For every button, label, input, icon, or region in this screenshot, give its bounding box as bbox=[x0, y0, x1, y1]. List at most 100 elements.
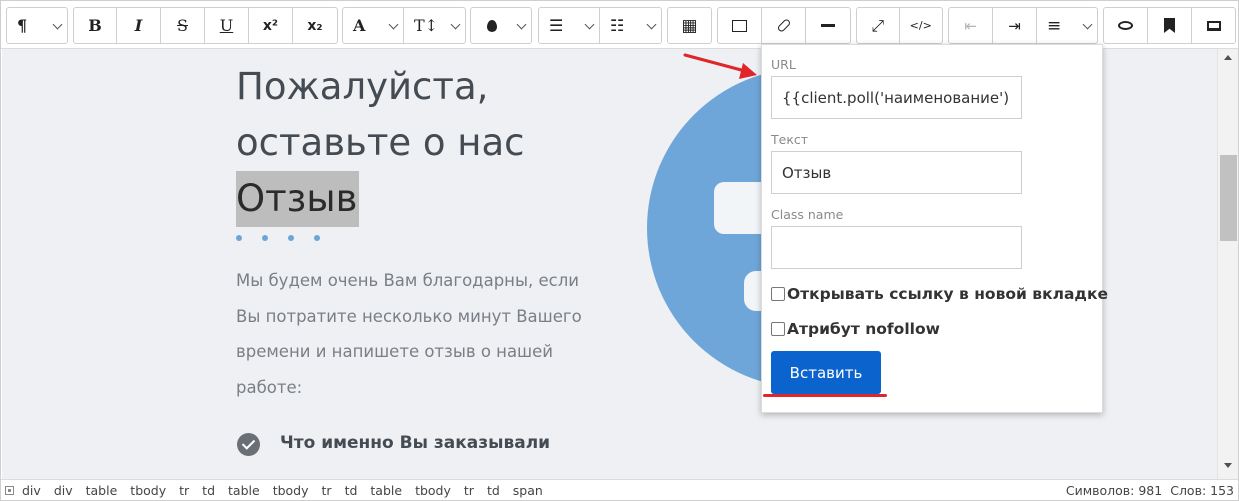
nofollow-option: Атрибут nofollow bbox=[771, 320, 940, 338]
new-tab-option: Открывать ссылку в новой вкладке bbox=[771, 285, 1108, 303]
paragraph-dropdown[interactable]: ¶ bbox=[7, 8, 67, 43]
superscript-icon: x² bbox=[262, 17, 279, 34]
chevron-down-icon bbox=[516, 19, 527, 30]
path-item[interactable]: tr bbox=[464, 483, 474, 498]
font-size-icon: T↕ bbox=[414, 16, 439, 35]
indent-button[interactable]: ⇥ bbox=[993, 8, 1037, 43]
path-item[interactable]: tbody bbox=[130, 483, 166, 498]
paragraph-icon: ¶ bbox=[17, 16, 28, 35]
fullscreen-button[interactable]: ⤢ bbox=[857, 8, 900, 43]
link-icon bbox=[776, 18, 791, 33]
dot bbox=[314, 235, 320, 241]
text-label: Текст bbox=[771, 132, 809, 147]
indent-group: ⇤ ⇥ ≡ bbox=[948, 7, 1098, 44]
color-drop-icon bbox=[487, 19, 497, 32]
toolbar: ¶ B I S U x² x₂ A T↕ ☰ ☷ ▦ ⤢ </> ⇤ ⇥ ≡ bbox=[1, 1, 1238, 49]
bold-button[interactable]: B bbox=[74, 8, 117, 43]
align-icon: ≡ bbox=[1047, 15, 1062, 36]
indent-icon: ⇥ bbox=[1008, 16, 1021, 35]
horizontal-rule-icon bbox=[821, 24, 835, 27]
path-item[interactable]: tr bbox=[322, 483, 332, 498]
numbered-list-icon: ☷ bbox=[610, 16, 625, 35]
source-code-icon: </> bbox=[909, 19, 932, 32]
chevron-down-icon bbox=[1082, 19, 1093, 30]
path-item[interactable]: table bbox=[370, 483, 402, 498]
chevron-down-icon bbox=[584, 19, 595, 30]
scroll-up-icon[interactable] bbox=[1224, 55, 1232, 60]
dot bbox=[288, 235, 294, 241]
font-icon: A bbox=[353, 16, 366, 35]
path-item[interactable]: tbody bbox=[415, 483, 451, 498]
path-item[interactable]: td bbox=[345, 483, 358, 498]
font-dropdown[interactable]: A bbox=[343, 8, 404, 43]
chevron-down-icon bbox=[388, 19, 399, 30]
link-popup: URL Текст Class name Открывать ссылку в … bbox=[761, 44, 1108, 413]
subscript-button[interactable]: x₂ bbox=[293, 8, 337, 43]
editor-window: ¶ B I S U x² x₂ A T↕ ☰ ☷ ▦ ⤢ </> ⇤ ⇥ ≡ П… bbox=[0, 0, 1239, 501]
selected-link-text[interactable]: Отзыв bbox=[236, 171, 360, 227]
path-item[interactable]: td bbox=[487, 483, 500, 498]
element-path: div div table tbody tr td table tbody tr… bbox=[5, 483, 556, 498]
page-heading: Пожалуйста, оставьте о нас Отзыв bbox=[236, 59, 525, 227]
class-name-input[interactable] bbox=[771, 226, 1022, 269]
font-size-dropdown[interactable]: T↕ bbox=[404, 8, 465, 43]
path-item[interactable]: div bbox=[54, 483, 73, 498]
annotation-underline bbox=[763, 394, 887, 397]
table-button[interactable]: ▦ bbox=[668, 8, 711, 43]
path-item[interactable]: tr bbox=[179, 483, 189, 498]
misc-group bbox=[1103, 7, 1236, 44]
color-group bbox=[470, 7, 532, 44]
dot bbox=[262, 235, 268, 241]
outdent-button[interactable]: ⇤ bbox=[949, 8, 993, 43]
horizontal-rule-button[interactable] bbox=[806, 8, 850, 43]
view-group: ⤢ </> bbox=[856, 7, 943, 44]
preview-button[interactable] bbox=[1104, 8, 1148, 43]
path-item[interactable]: span bbox=[513, 483, 543, 498]
new-tab-checkbox[interactable] bbox=[771, 287, 785, 301]
new-tab-label: Открывать ссылку в новой вкладке bbox=[787, 285, 1108, 303]
bookmark-icon bbox=[1164, 18, 1175, 33]
chevron-down-icon bbox=[450, 19, 461, 30]
dots-divider bbox=[236, 235, 320, 241]
path-item[interactable]: td bbox=[202, 483, 215, 498]
underline-button[interactable]: U bbox=[205, 8, 249, 43]
align-dropdown[interactable]: ≡ bbox=[1037, 8, 1097, 43]
link-button[interactable] bbox=[762, 8, 806, 43]
select-all-icon[interactable] bbox=[5, 486, 14, 495]
bullet-list-dropdown[interactable]: ☰ bbox=[539, 8, 600, 43]
bullet-list-icon: ☰ bbox=[549, 16, 564, 35]
path-item[interactable]: table bbox=[86, 483, 118, 498]
image-icon bbox=[732, 19, 747, 32]
subscript-icon: x₂ bbox=[307, 17, 323, 34]
status-bar: div div table tbody tr td table tbody tr… bbox=[1, 479, 1238, 500]
source-code-button[interactable]: </> bbox=[900, 8, 943, 43]
url-label: URL bbox=[771, 57, 796, 72]
image-button[interactable] bbox=[718, 8, 762, 43]
color-dropdown[interactable] bbox=[471, 8, 531, 43]
vertical-scrollbar[interactable] bbox=[1217, 49, 1238, 479]
scroll-thumb[interactable] bbox=[1220, 155, 1237, 241]
path-item[interactable]: table bbox=[228, 483, 260, 498]
text-input[interactable] bbox=[771, 151, 1022, 194]
table-group: ▦ bbox=[667, 7, 712, 44]
path-item[interactable]: tbody bbox=[273, 483, 309, 498]
scroll-down-icon[interactable] bbox=[1224, 463, 1232, 468]
superscript-button[interactable]: x² bbox=[249, 8, 293, 43]
url-input[interactable] bbox=[771, 76, 1022, 119]
bookmark-button[interactable] bbox=[1148, 8, 1192, 43]
path-item[interactable]: div bbox=[22, 483, 41, 498]
nofollow-checkbox[interactable] bbox=[771, 322, 785, 336]
outdent-icon: ⇤ bbox=[964, 16, 977, 35]
underline-icon: U bbox=[219, 16, 234, 35]
monitor-button[interactable] bbox=[1192, 8, 1235, 43]
bold-icon: B bbox=[88, 16, 102, 35]
heading-line: оставьте о нас bbox=[236, 121, 525, 164]
eye-icon bbox=[1118, 21, 1133, 30]
monitor-icon bbox=[1206, 20, 1221, 31]
strikethrough-button[interactable]: S bbox=[161, 8, 205, 43]
italic-button[interactable]: I bbox=[117, 8, 161, 43]
numbered-list-dropdown[interactable]: ☷ bbox=[600, 8, 661, 43]
paragraph-group: ¶ bbox=[6, 7, 68, 44]
insert-button[interactable]: Вставить bbox=[771, 351, 881, 394]
check-circle-icon bbox=[237, 433, 260, 456]
